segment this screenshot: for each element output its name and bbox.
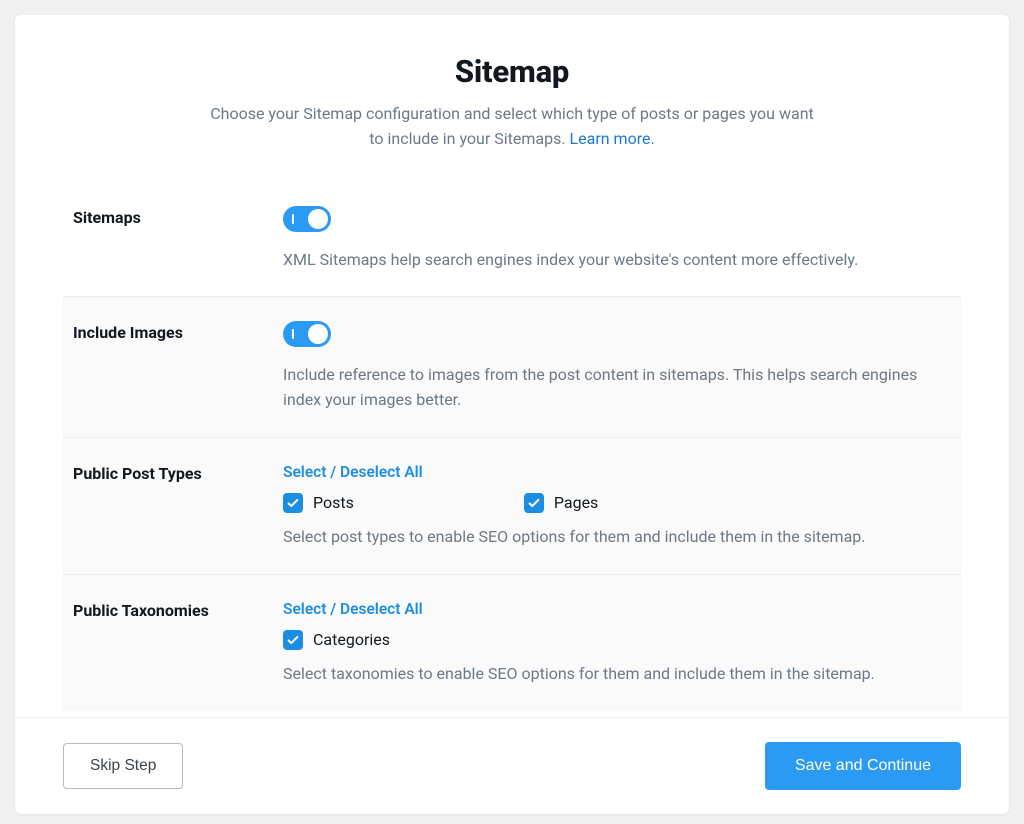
row-label-post-types: Public Post Types — [73, 462, 283, 550]
help-taxonomies: Select taxonomies to enable SEO options … — [283, 662, 941, 687]
row-body-images: Include reference to images from the pos… — [283, 321, 941, 413]
toggle-sitemaps[interactable] — [283, 206, 331, 232]
post-types-checks: Posts Pages — [283, 493, 941, 513]
row-sitemaps: Sitemaps XML Sitemaps help search engine… — [63, 182, 961, 298]
row-include-images: Include Images Include reference to imag… — [63, 297, 961, 438]
help-sitemaps: XML Sitemaps help search engines index y… — [283, 248, 941, 273]
row-body-sitemaps: XML Sitemaps help search engines index y… — [283, 206, 941, 273]
row-body-post-types: Select / Deselect All Posts — [283, 462, 941, 550]
toggle-knob — [308, 324, 328, 344]
select-all-post-types[interactable]: Select / Deselect All — [283, 463, 423, 481]
help-images: Include reference to images from the pos… — [283, 363, 941, 413]
learn-more-link[interactable]: Learn more. — [570, 129, 655, 148]
row-label-sitemaps: Sitemaps — [73, 206, 283, 273]
row-body-taxonomies: Select / Deselect All Categories Select … — [283, 599, 941, 687]
checkmark-icon — [283, 493, 303, 513]
subtitle-line-2: to include in your Sitemaps. — [369, 129, 565, 148]
page-title: Sitemap — [63, 53, 961, 90]
checkbox-label: Pages — [554, 493, 598, 512]
row-post-types: Public Post Types Select / Deselect All … — [63, 438, 961, 575]
checkmark-icon — [283, 630, 303, 650]
subtitle-line-1: Choose your Sitemap configuration and se… — [210, 104, 814, 123]
checkbox-label: Posts — [313, 493, 354, 512]
checkbox-categories[interactable]: Categories — [283, 630, 390, 650]
footer: Skip Step Save and Continue — [15, 717, 1009, 814]
skip-step-button[interactable]: Skip Step — [63, 743, 183, 789]
select-all-taxonomies[interactable]: Select / Deselect All — [283, 600, 423, 618]
taxonomy-checks: Categories — [283, 630, 941, 650]
card-content: Sitemap Choose your Sitemap configuratio… — [15, 15, 1009, 717]
row-label-images: Include Images — [73, 321, 283, 413]
toggle-knob — [308, 209, 328, 229]
row-taxonomies: Public Taxonomies Select / Deselect All … — [63, 575, 961, 711]
checkmark-icon — [524, 493, 544, 513]
header: Sitemap Choose your Sitemap configuratio… — [63, 53, 961, 152]
save-continue-button[interactable]: Save and Continue — [765, 742, 961, 790]
checkbox-label: Categories — [313, 630, 390, 649]
toggle-on-indicator-icon — [292, 329, 294, 339]
help-post-types: Select post types to enable SEO options … — [283, 525, 941, 550]
toggle-include-images[interactable] — [283, 321, 331, 347]
settings-card: Sitemap Choose your Sitemap configuratio… — [15, 15, 1009, 814]
settings-rows: Sitemaps XML Sitemaps help search engine… — [63, 182, 961, 711]
checkbox-pages[interactable]: Pages — [524, 493, 598, 513]
page-subtitle: Choose your Sitemap configuration and se… — [192, 102, 832, 152]
row-label-taxonomies: Public Taxonomies — [73, 599, 283, 687]
toggle-on-indicator-icon — [292, 214, 294, 224]
checkbox-posts[interactable]: Posts — [283, 493, 354, 513]
